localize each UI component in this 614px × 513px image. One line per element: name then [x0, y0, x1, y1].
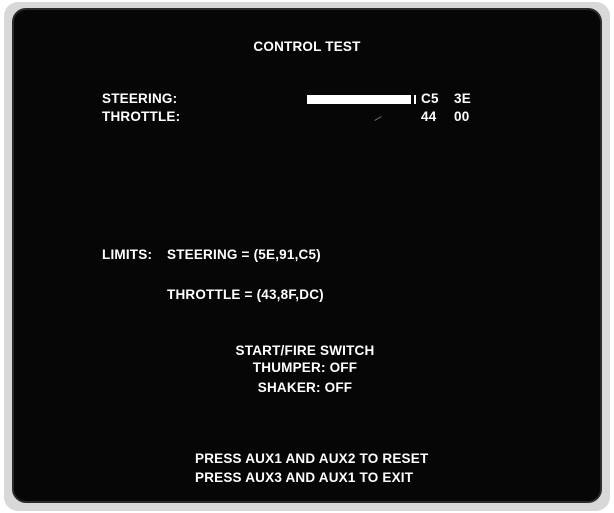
thumper-status: THUMPER: OFF: [252, 360, 358, 375]
start-fire-switch: START/FIRE SWITCH: [235, 343, 375, 358]
throttle-label: THROTTLE:: [102, 109, 181, 124]
exit-instruction: PRESS AUX3 AND AUX1 TO EXIT: [195, 470, 414, 485]
screen-title: CONTROL TEST: [253, 39, 361, 54]
throttle-limits: THROTTLE = (43,8F,DC): [167, 287, 324, 302]
steering-value-1: C5: [421, 91, 439, 106]
steering-bar: [307, 95, 411, 104]
steering-value-2: 3E: [454, 91, 471, 106]
limits-label: LIMITS:: [102, 247, 153, 262]
throttle-value-2: 00: [454, 109, 470, 124]
reset-instruction: PRESS AUX1 AND AUX2 TO RESET: [195, 451, 429, 466]
screen-noise: [374, 116, 382, 121]
steering-limits: STEERING = (5E,91,C5): [167, 247, 321, 262]
shaker-status: SHAKER: OFF: [257, 380, 353, 395]
throttle-value-1: 44: [421, 109, 437, 124]
steering-bar-marker: [414, 95, 416, 104]
crt-screen: CONTROL TEST STEERING: C5 3E THROTTLE: 4…: [12, 8, 602, 503]
steering-label: STEERING:: [102, 91, 178, 106]
